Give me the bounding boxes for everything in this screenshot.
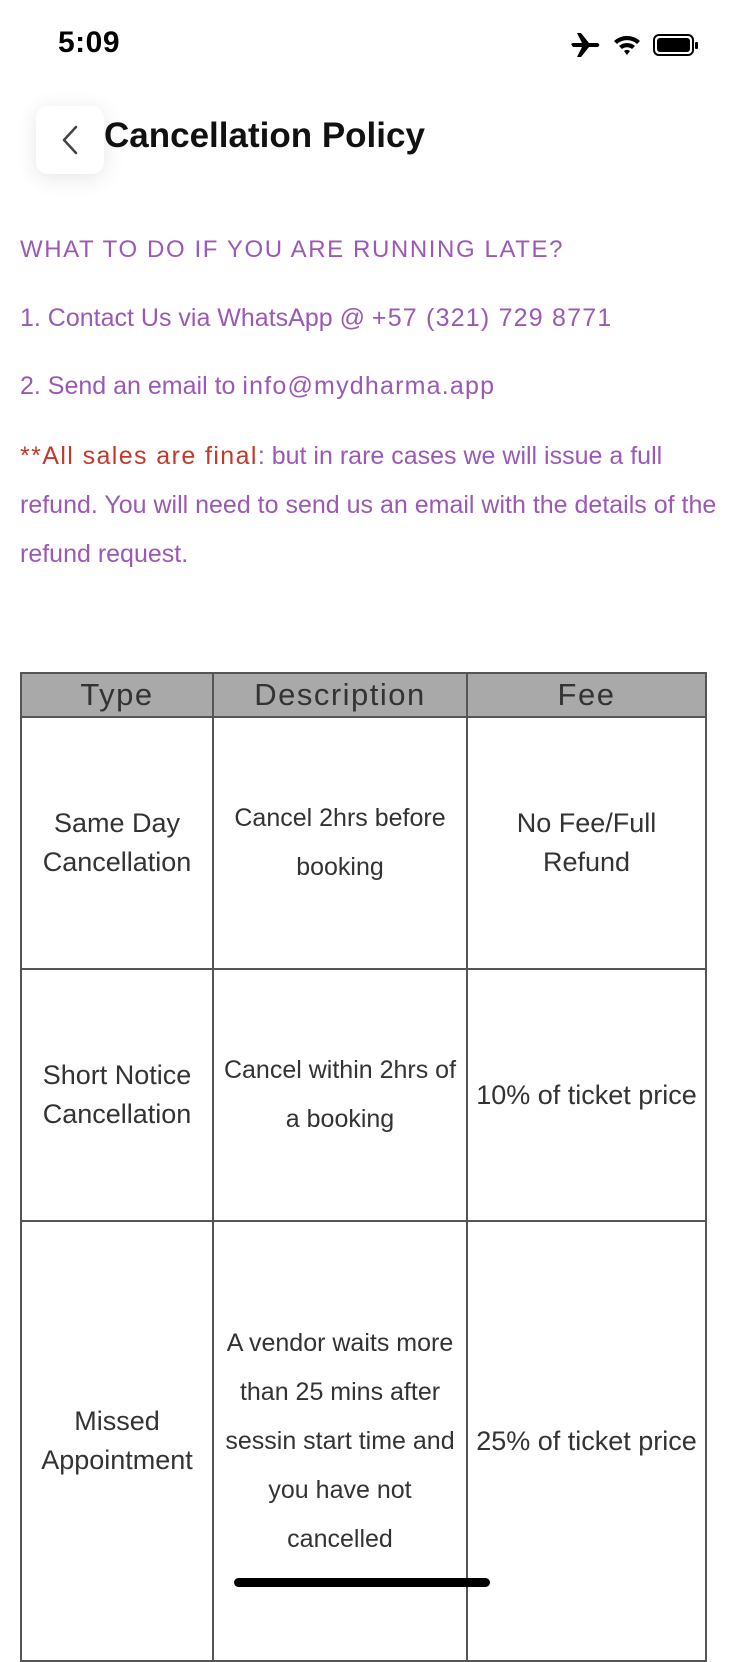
chevron-left-icon <box>62 125 78 155</box>
description-cell: Cancel 2hrs before booking <box>212 716 468 970</box>
section-heading: WHAT TO DO IF YOU ARE RUNNING LATE? <box>20 236 565 263</box>
fee-cell: 25% of ticket price <box>466 1220 707 1662</box>
table-row: Same Day Cancellation Cancel 2hrs before… <box>20 716 707 970</box>
sales-final-label: **All sales are final <box>20 442 258 470</box>
table-header-row: Type Description Fee <box>20 672 707 718</box>
column-header-type: Type <box>20 672 214 718</box>
airplane-icon <box>571 33 600 57</box>
fee-cell: 10% of ticket price <box>466 968 707 1222</box>
refund-note: **All sales are final: but in rare cases… <box>20 432 720 579</box>
table-row: Short Notice Cancellation Cancel within … <box>20 968 707 1222</box>
description-cell: Cancel within 2hrs of a booking <box>212 968 468 1222</box>
column-header-description: Description <box>212 672 468 718</box>
contact-prefix: 1. Contact Us via WhatsApp @ <box>20 304 372 332</box>
home-indicator[interactable] <box>234 1578 490 1587</box>
email-line: 2. Send an email to info@mydharma.app <box>20 364 720 408</box>
page-title: Cancellation Policy <box>104 116 425 155</box>
type-cell: Same Day Cancellation <box>20 716 214 970</box>
back-button[interactable] <box>36 106 104 174</box>
status-icons <box>571 30 699 60</box>
whatsapp-phone-link[interactable]: +57 (321) 729 8771 <box>372 304 613 332</box>
battery-icon <box>653 34 698 56</box>
status-bar: 5:09 <box>0 0 739 90</box>
cancellation-fee-table: Type Description Fee Same Day Cancellati… <box>20 672 707 1662</box>
wifi-icon <box>614 35 640 55</box>
email-link[interactable]: info@mydharma.app <box>242 372 495 400</box>
description-cell: A vendor waits more than 25 mins after s… <box>212 1220 468 1662</box>
column-header-fee: Fee <box>466 672 707 718</box>
table-row: Missed Appointment A vendor waits more t… <box>20 1220 707 1662</box>
email-prefix: 2. Send an email to <box>20 372 243 400</box>
contact-line: 1. Contact Us via WhatsApp @ +57 (321) 7… <box>20 296 720 340</box>
policy-content: WHAT TO DO IF YOU ARE RUNNING LATE? 1. C… <box>20 228 720 604</box>
fee-cell: No Fee/Full Refund <box>466 716 707 970</box>
status-time: 5:09 <box>58 26 121 59</box>
type-cell: Missed Appointment <box>20 1220 214 1662</box>
type-cell: Short Notice Cancellation <box>20 968 214 1222</box>
